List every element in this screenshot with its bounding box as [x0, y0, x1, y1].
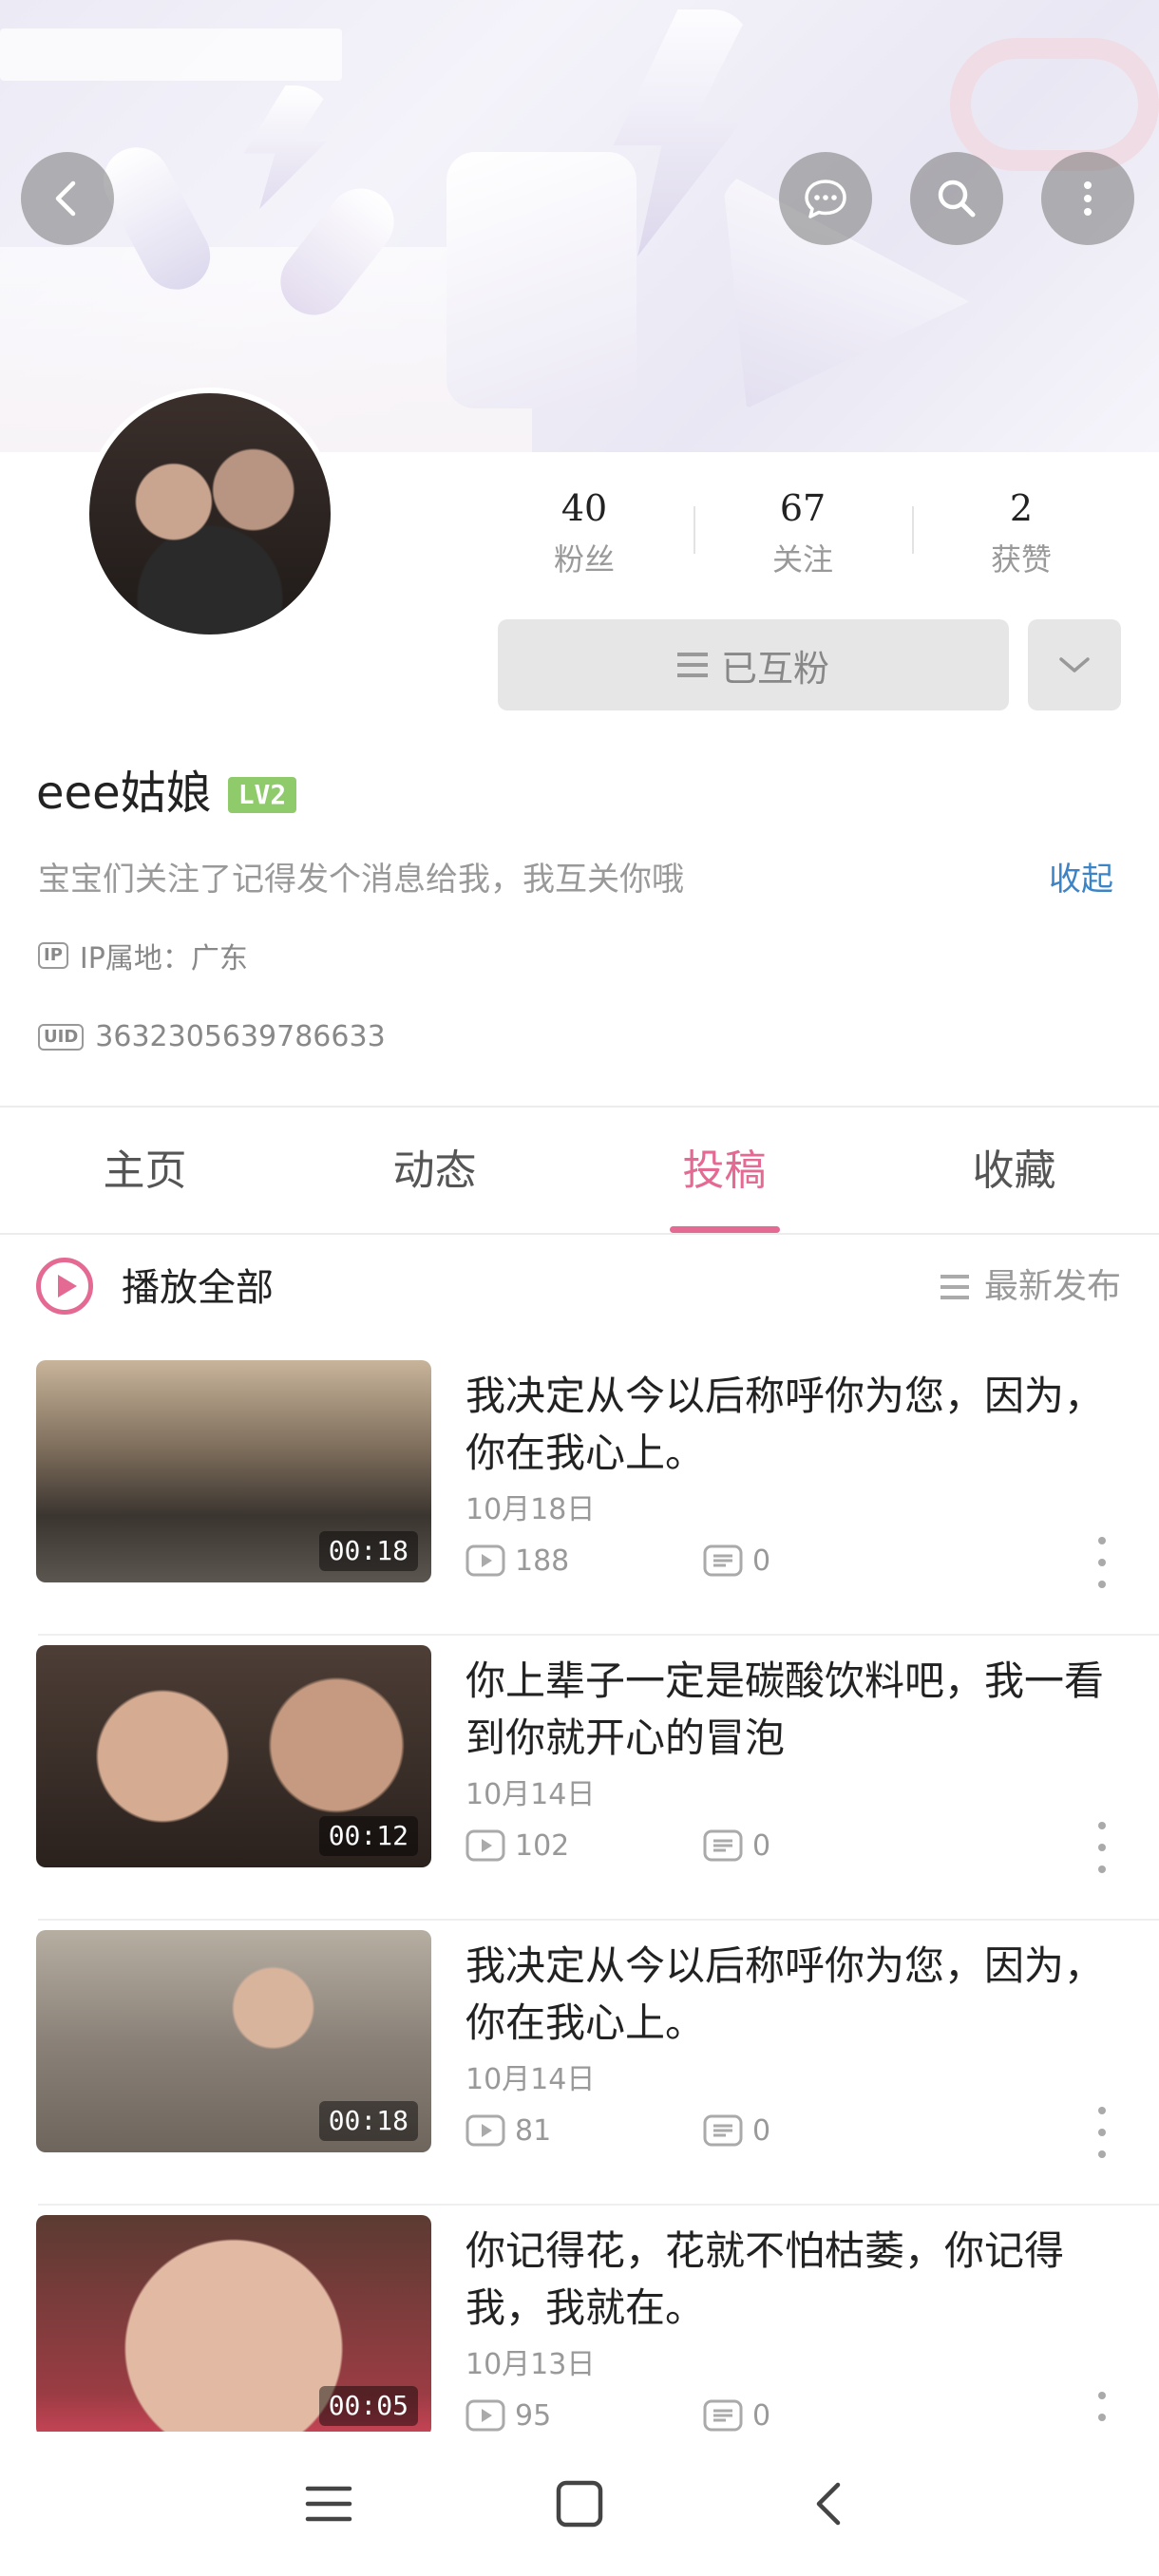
home-button[interactable] [549, 2473, 610, 2534]
following-count: 67 [779, 487, 826, 529]
tab-activity[interactable]: 动态 [290, 1109, 580, 1233]
chat-bubble-icon [805, 180, 846, 218]
video-title[interactable]: 你记得花，花就不怕枯萎，你记得我，我就在。 [466, 2223, 1121, 2337]
system-navigation-bar [0, 2432, 1159, 2576]
comment-count-icon [703, 2114, 743, 2147]
video-duration: 00:18 [318, 1531, 418, 1571]
video-stats: 188 0 [466, 1541, 940, 1581]
search-button[interactable] [910, 152, 1003, 245]
play-count: 81 [515, 2113, 552, 2148]
play-count: 102 [515, 1828, 570, 1863]
video-stats: 81 0 [466, 2111, 940, 2150]
comment-count: 0 [752, 1544, 771, 1578]
uid-value[interactable]: 3632305639786633 [95, 1020, 385, 1053]
sort-label: 最新发布 [983, 1267, 1121, 1306]
video-stats: 102 0 [466, 1826, 940, 1866]
more-options-icon[interactable] [1092, 2107, 1112, 2158]
play-count-icon [466, 1829, 505, 1862]
tab-home[interactable]: 主页 [0, 1109, 290, 1233]
menu-lines-icon [676, 653, 708, 677]
comment-count-icon [703, 1829, 743, 1862]
more-options-icon[interactable] [1092, 1822, 1112, 1873]
followers-count: 40 [560, 487, 608, 529]
list-item[interactable]: 00:18 我决定从今以后称呼你为您，因为，你在我心上。 10月14日 81 0 [0, 1921, 1159, 2206]
video-thumbnail[interactable]: 00:05 [36, 2215, 431, 2437]
uid-tag-icon: UID [38, 1023, 85, 1051]
profile-tabs: 主页 动态 投稿 收藏 [0, 1109, 1159, 1233]
video-title[interactable]: 我决定从今以后称呼你为您，因为，你在我心上。 [466, 1368, 1121, 1482]
mutual-follow-button[interactable]: 已互粉 [498, 619, 1009, 710]
comment-count: 0 [752, 2113, 771, 2148]
menu-icon [305, 2486, 352, 2522]
video-thumbnail[interactable]: 00:12 [36, 1645, 431, 1867]
avatar[interactable] [84, 388, 336, 640]
profile-stats: 40 粉丝 67 关注 2 获赞 [475, 480, 1130, 594]
system-back-button[interactable] [800, 2473, 861, 2534]
video-duration: 00:18 [318, 2101, 418, 2141]
more-button[interactable] [1041, 152, 1134, 245]
more-options-icon[interactable] [1092, 1537, 1112, 1588]
video-thumbnail[interactable]: 00:18 [36, 1930, 431, 2152]
ip-location-row: IP IP属地：广东 [38, 935, 248, 976]
video-date: 10月14日 [466, 1778, 596, 1811]
video-title[interactable]: 我决定从今以后称呼你为您，因为，你在我心上。 [466, 1938, 1121, 2052]
video-date: 10月13日 [466, 2348, 596, 2381]
username: eee姑娘 [36, 767, 212, 820]
play-count-icon [466, 2114, 505, 2147]
play-all-icon[interactable] [36, 1258, 93, 1315]
play-count: 188 [515, 1544, 570, 1578]
list-item[interactable]: 00:12 你上辈子一定是碳酸饮料吧，我一看到你就开心的冒泡 10月14日 10… [0, 1636, 1159, 1921]
likes-count: 2 [1009, 487, 1034, 529]
play-count-icon [466, 1544, 505, 1577]
video-stats: 95 0 [466, 2396, 940, 2435]
play-all-button[interactable]: 播放全部 [122, 1261, 274, 1315]
following-label: 关注 [771, 541, 833, 578]
tab-submissions[interactable]: 投稿 [580, 1109, 869, 1233]
mutual-follow-label: 已互粉 [720, 647, 829, 690]
sort-button[interactable]: 最新发布 [940, 1263, 1121, 1311]
recent-apps-button[interactable] [298, 2473, 359, 2534]
level-badge: LV2 [228, 777, 296, 813]
uid-row: UID 3632305639786633 [38, 1020, 386, 1053]
likes-label: 获赞 [990, 541, 1052, 578]
more-vertical-icon [1084, 181, 1092, 216]
square-icon [556, 2480, 603, 2528]
play-count: 95 [515, 2398, 552, 2433]
search-icon [938, 180, 976, 218]
video-thumbnail[interactable]: 00:18 [36, 1360, 431, 1582]
video-date: 10月18日 [466, 1493, 596, 1526]
chevron-left-icon [55, 180, 76, 217]
list-item[interactable]: 00:18 我决定从今以后称呼你为您，因为，你在我心上。 10月18日 188 … [0, 1351, 1159, 1636]
comment-count-icon [703, 2399, 743, 2432]
collapse-link[interactable]: 收起 [1049, 855, 1113, 904]
follow-dropdown-button[interactable] [1028, 619, 1121, 710]
bio-text: 宝宝们关注了记得发个消息给我，我互关你哦 [38, 861, 684, 899]
stat-followers[interactable]: 40 粉丝 [475, 480, 694, 594]
followers-label: 粉丝 [553, 541, 615, 578]
stat-likes[interactable]: 2 获赞 [912, 480, 1130, 594]
tab-favorites[interactable]: 收藏 [869, 1109, 1159, 1233]
ip-tag-icon: IP [38, 942, 68, 969]
chevron-down-icon [1059, 657, 1090, 672]
list-header: 播放全部 最新发布 [0, 1235, 1159, 1339]
ip-location: IP属地：广东 [79, 942, 248, 975]
comment-count: 0 [752, 1828, 771, 1863]
video-duration: 00:12 [318, 1816, 418, 1856]
back-button[interactable] [21, 152, 114, 245]
comment-count: 0 [752, 2398, 771, 2433]
video-date: 10月14日 [466, 2063, 596, 2096]
video-duration: 00:05 [318, 2386, 418, 2426]
play-count-icon [466, 2399, 505, 2432]
sort-icon [940, 1275, 969, 1299]
comment-count-icon [703, 1544, 743, 1577]
stat-following[interactable]: 67 关注 [694, 480, 912, 594]
profile-divider [0, 1106, 1159, 1108]
video-title[interactable]: 你上辈子一定是碳酸饮料吧，我一看到你就开心的冒泡 [466, 1653, 1121, 1767]
message-button[interactable] [779, 152, 872, 245]
chevron-left-icon [816, 2482, 841, 2526]
